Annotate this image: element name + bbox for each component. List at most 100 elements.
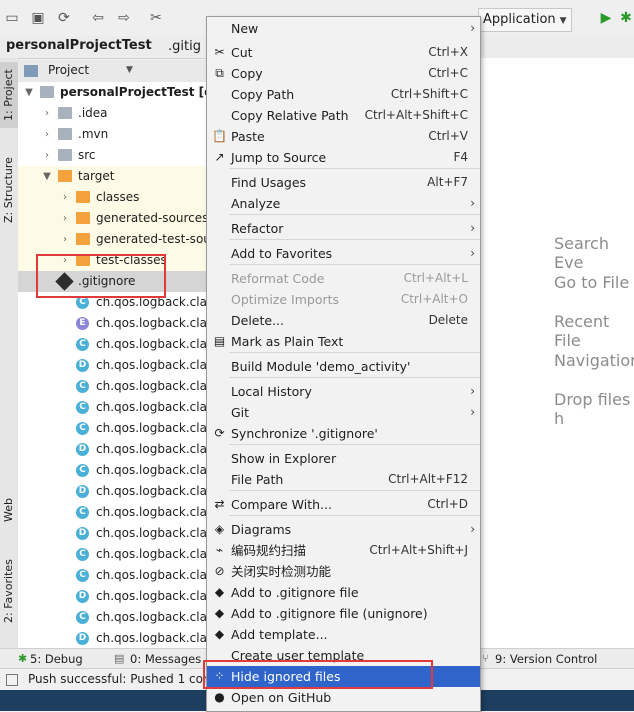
menu-item[interactable]: 📋 Paste Ctrl+V (207, 126, 480, 147)
breadcrumb-project[interactable]: personalProjectTest (6, 38, 152, 53)
menu-item-label: Reformat Code (231, 271, 325, 286)
back-icon[interactable]: ⇦ (90, 10, 106, 26)
tree-node[interactable]: › src (18, 145, 206, 166)
menu-item[interactable]: ◆ Add to .gitignore file (unignore) (207, 603, 480, 624)
project-panel-header: Project ▼ (18, 60, 206, 83)
tree-class-node[interactable]: Dch.qos.logback.classic (18, 586, 206, 607)
tab-version-control[interactable]: 9: Version Control (495, 652, 597, 666)
tree-class-node[interactable]: Cch.qos.logback.classic (18, 607, 206, 628)
tab-project[interactable]: 1: Project (0, 62, 18, 128)
tree-node[interactable]: › .idea (18, 103, 206, 124)
sync-icon[interactable]: ⟳ (56, 10, 72, 26)
chevron-right-icon[interactable]: › (60, 187, 70, 208)
class-file-icon: C (76, 380, 89, 393)
class-file-icon: D (76, 527, 89, 540)
tree-class-node[interactable]: Cch.qos.logback.classic (18, 460, 206, 481)
tree-node[interactable]: › generated-test-sou (18, 229, 206, 250)
menu-item[interactable]: ▤ Mark as Plain Text (207, 331, 480, 352)
tree-class-node[interactable]: Dch.qos.logback.classic (18, 481, 206, 502)
chevron-right-icon[interactable]: › (60, 208, 70, 229)
tree-class-node[interactable]: Cch.qos.logback.classic (18, 544, 206, 565)
tree-class-node[interactable]: Dch.qos.logback.classic (18, 355, 206, 376)
chevron-right-icon[interactable]: › (60, 229, 70, 250)
tree-class-node[interactable]: Cch.qos.logback.classic (18, 376, 206, 397)
menu-separator (229, 490, 480, 491)
chevron-right-icon[interactable]: › (42, 103, 52, 124)
menu-item-label: Add template... (231, 627, 328, 642)
breadcrumb-file[interactable]: .gitig (168, 39, 201, 54)
menu-item[interactable]: Find Usages Alt+F7 (207, 172, 480, 193)
tree-node[interactable]: › .mvn (18, 124, 206, 145)
menu-item-label: Copy (231, 66, 263, 81)
menu-item-label: Add to .gitignore file (231, 585, 359, 600)
run-icon[interactable]: ▶ (598, 10, 614, 26)
menu-item[interactable]: ◈ Diagrams › (207, 519, 480, 540)
menu-item[interactable]: ● Open on GitHub (207, 687, 480, 708)
menu-item[interactable]: ✂ Cut Ctrl+X (207, 42, 480, 63)
menu-item[interactable]: Show in Explorer (207, 448, 480, 469)
tree-node[interactable]: › classes (18, 187, 206, 208)
chevron-down-icon[interactable]: ▼ (42, 166, 52, 187)
menu-item[interactable]: ◆ Add template... (207, 624, 480, 645)
tree-class-node[interactable]: Cch.qos.logback.classic (18, 418, 206, 439)
tree-node-label: .idea (78, 106, 108, 120)
menu-item[interactable]: Copy Relative Path Ctrl+Alt+Shift+C (207, 105, 480, 126)
menu-item[interactable]: Refactor › (207, 218, 480, 239)
menu-item[interactable]: Copy Path Ctrl+Shift+C (207, 84, 480, 105)
tree-class-node[interactable]: Dch.qos.logback.classic (18, 523, 206, 544)
menu-item[interactable]: Delete... Delete (207, 310, 480, 331)
tree-node[interactable]: ▼ personalProjectTest [dem (18, 82, 206, 103)
tree-node[interactable]: › generated-sources (18, 208, 206, 229)
chevron-right-icon[interactable]: › (42, 124, 52, 145)
tree-node-label: ch.qos.logback.classic (96, 316, 206, 330)
menu-item-shortcut: Ctrl+Shift+C (390, 87, 468, 101)
menu-item[interactable]: ⊘ 关闭实时检测功能 (207, 561, 480, 582)
tab-messages[interactable]: 0: Messages (130, 652, 201, 666)
run-config-select[interactable]: Application ▼ (478, 8, 572, 32)
chevron-down-icon[interactable]: ▼ (24, 82, 34, 103)
menu-item[interactable]: New › (207, 18, 480, 39)
tree-class-node[interactable]: Dch.qos.logback.classic (18, 628, 206, 648)
copy-icon: ⧉ (215, 66, 224, 80)
chevron-down-icon: ▼ (559, 16, 567, 26)
menu-item[interactable]: ◆ Add to .gitignore file (207, 582, 480, 603)
tree-class-node[interactable]: Cch.qos.logback.classic (18, 565, 206, 586)
menu-item-label: Local History (231, 384, 312, 399)
cut-icon[interactable]: ✂ (148, 10, 164, 26)
open-icon[interactable]: ▭ (4, 10, 20, 26)
menu-item[interactable]: ↗ Jump to Source F4 (207, 147, 480, 168)
menu-item[interactable]: ⧉ Copy Ctrl+C (207, 63, 480, 84)
menu-item[interactable]: Analyze › (207, 193, 480, 214)
tree-class-node[interactable]: Dch.qos.logback.classic (18, 439, 206, 460)
menu-item[interactable]: Local History › (207, 381, 480, 402)
tree-class-node[interactable]: Ech.qos.logback.classic (18, 313, 206, 334)
chevron-right-icon: › (470, 196, 475, 210)
debug-icon[interactable]: ✱ (618, 10, 634, 26)
menu-item[interactable]: ⌁ 编码规约扫描 Ctrl+Alt+Shift+J (207, 540, 480, 561)
tree-class-node[interactable]: Cch.qos.logback.classic (18, 502, 206, 523)
tree-node-label: ch.qos.logback.classic (96, 505, 206, 519)
menu-item[interactable]: Build Module 'demo_activity' (207, 356, 480, 377)
chevron-down-icon[interactable]: ▼ (126, 65, 133, 75)
project-view-title[interactable]: Project (48, 63, 89, 77)
menu-item[interactable]: Add to Favorites › (207, 243, 480, 264)
menu-item[interactable]: ⇄ Compare With... Ctrl+D (207, 494, 480, 515)
tab-favorites[interactable]: 2: Favorites (0, 556, 18, 626)
tree-class-node[interactable]: Cch.qos.logback.classic (18, 334, 206, 355)
class-file-icon: C (76, 422, 89, 435)
status-toggle-icon[interactable] (6, 674, 18, 686)
menu-item[interactable]: ⟳ Synchronize '.gitignore' (207, 423, 480, 444)
menu-item-shortcut: Ctrl+Alt+Shift+J (369, 543, 468, 557)
chevron-right-icon[interactable]: › (42, 145, 52, 166)
save-icon[interactable]: ▣ (30, 10, 46, 26)
tab-debug[interactable]: 5: Debug (30, 652, 83, 666)
tab-structure[interactable]: Z: Structure (0, 150, 18, 230)
tab-web[interactable]: Web (0, 492, 18, 528)
menu-item[interactable]: Git › (207, 402, 480, 423)
tree-class-node[interactable]: Cch.qos.logback.classic (18, 397, 206, 418)
forward-icon[interactable]: ⇨ (116, 10, 132, 26)
class-file-icon: C (76, 611, 89, 624)
menu-item[interactable]: File Path Ctrl+Alt+F12 (207, 469, 480, 490)
tree-node-label: classes (96, 190, 140, 204)
tree-node[interactable]: ▼ target (18, 166, 206, 187)
